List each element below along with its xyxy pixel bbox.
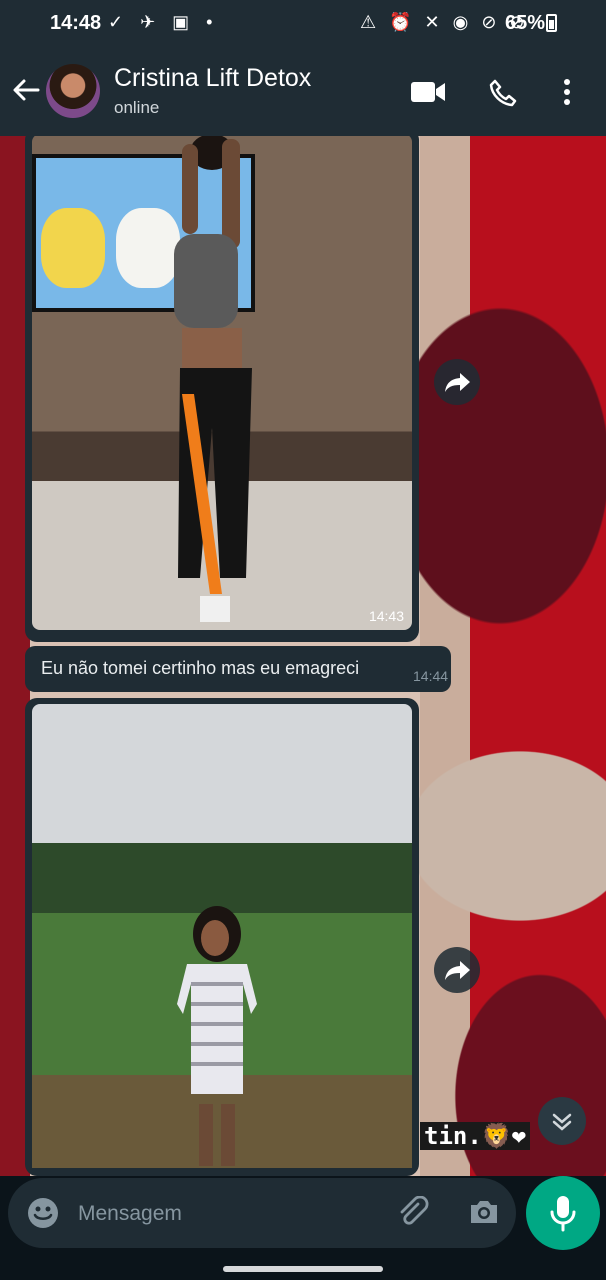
wallpaper-caption: tin.🦁❤ bbox=[420, 1122, 531, 1150]
image-message[interactable]: 14:43 bbox=[25, 136, 419, 642]
video-call-icon[interactable] bbox=[410, 80, 446, 104]
forward-button[interactable] bbox=[434, 359, 480, 405]
camera-icon[interactable] bbox=[468, 1198, 500, 1226]
composer-bar: Mensagem bbox=[0, 1176, 606, 1280]
contact-name[interactable]: Cristina Lift Detox bbox=[114, 64, 311, 93]
phone-icon[interactable] bbox=[488, 78, 518, 108]
more-vert-icon[interactable] bbox=[562, 78, 572, 106]
notification-icons: ✓ ✈ ▣ • bbox=[108, 12, 219, 32]
message-time: 14:43 bbox=[368, 608, 404, 624]
message-input[interactable]: Mensagem bbox=[8, 1178, 516, 1248]
status-bar: 14:48 ✓ ✈ ▣ • ⚠ ⏰ ✕ ◉ ⊘ ⊘ 65% bbox=[0, 0, 606, 46]
message-photo[interactable] bbox=[32, 704, 412, 1168]
message-time: 14:44 bbox=[413, 668, 449, 684]
mic-button[interactable] bbox=[526, 1176, 600, 1250]
message-text: Eu não tomei certinho mas eu emagreci bbox=[41, 658, 360, 678]
person-figure bbox=[177, 906, 257, 1166]
avatar[interactable] bbox=[46, 64, 100, 118]
contact-status: online bbox=[114, 98, 160, 117]
status-time: 14:48 bbox=[50, 12, 102, 34]
person-figure bbox=[174, 136, 252, 622]
battery-icon bbox=[546, 14, 557, 32]
home-indicator[interactable] bbox=[223, 1266, 383, 1272]
forward-icon bbox=[445, 373, 470, 392]
emoji-icon[interactable] bbox=[26, 1196, 60, 1230]
double-chevron-down-icon bbox=[552, 1113, 572, 1131]
text-message[interactable]: Eu não tomei certinho mas eu emagreci 14… bbox=[25, 646, 451, 692]
scroll-to-bottom-button[interactable] bbox=[538, 1097, 586, 1145]
message-placeholder: Mensagem bbox=[78, 1202, 182, 1225]
forward-button[interactable] bbox=[434, 947, 480, 993]
chat-header: Cristina Lift Detox online bbox=[0, 46, 606, 136]
message-photo[interactable]: 14:43 bbox=[32, 136, 412, 630]
forward-icon bbox=[445, 961, 470, 980]
back-arrow-icon[interactable] bbox=[10, 74, 42, 106]
mic-icon bbox=[550, 1196, 576, 1232]
chat-area[interactable]: 14:43 Eu não tomei certinho mas eu emagr… bbox=[0, 136, 606, 1176]
system-icons: ⚠ ⏰ ✕ ◉ ⊘ ⊘ bbox=[360, 12, 529, 32]
battery-level: 65% bbox=[505, 12, 546, 34]
image-message[interactable] bbox=[25, 698, 419, 1176]
attach-icon[interactable] bbox=[396, 1196, 430, 1230]
